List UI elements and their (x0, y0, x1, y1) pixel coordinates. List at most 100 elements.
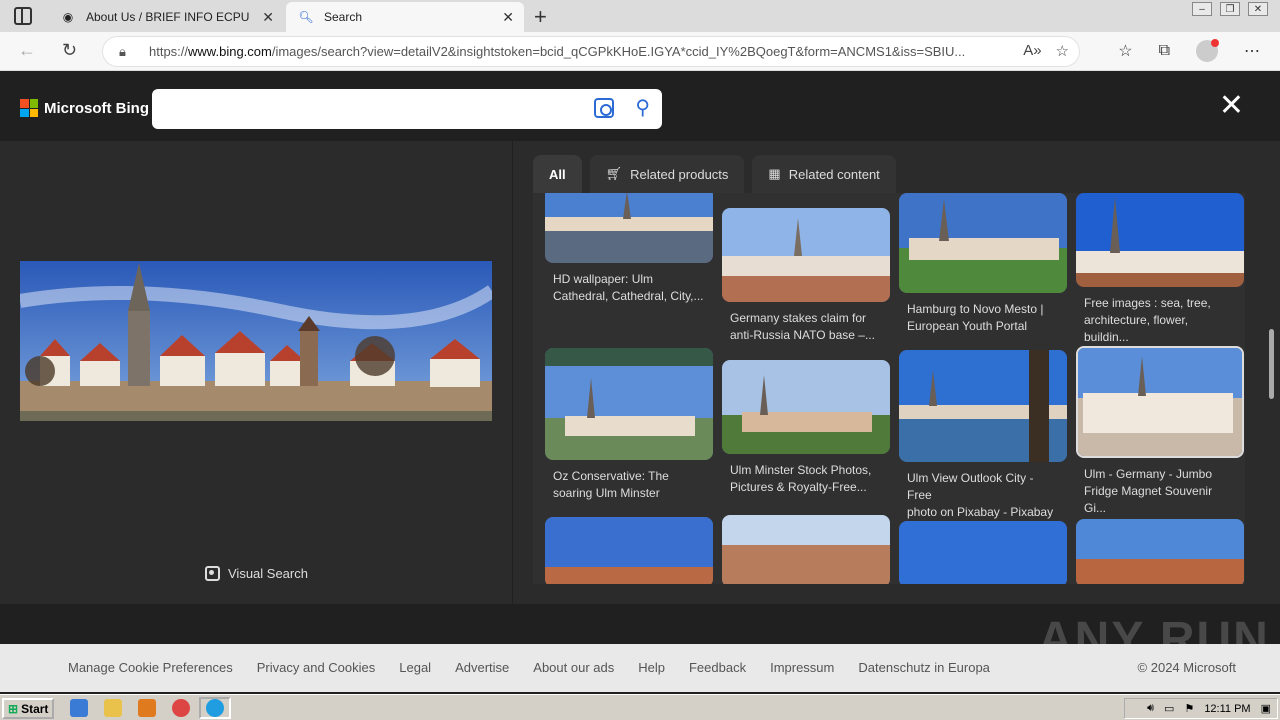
footer-link[interactable]: Advertise (455, 660, 509, 675)
tab-label: Related content (788, 166, 880, 182)
url-prefix: https:// (149, 44, 189, 59)
related-images-grid: HD wallpaper: Ulm Cathedral, Cathedral, … (533, 193, 1245, 584)
result-thumbnail (722, 515, 890, 584)
footer-link[interactable]: Manage Cookie Preferences (68, 660, 233, 675)
active-edge-window[interactable] (199, 697, 231, 719)
visual-search-label: Visual Search (228, 566, 308, 581)
back-icon[interactable]: ← (18, 40, 36, 61)
browser-toolbar: ☆ ⧉ ⋯ (1118, 39, 1260, 62)
tab-label: Related products (630, 166, 729, 182)
favorites-icon[interactable]: ☆ (1118, 41, 1132, 61)
search-box[interactable]: ⚲ (152, 89, 662, 129)
result-card[interactable] (545, 517, 713, 584)
tab-title: Search (324, 10, 363, 24)
result-thumbnail (899, 193, 1067, 293)
brand-name: Microsoft Bing (44, 99, 149, 117)
result-card[interactable]: Ulm - Germany - Jumbo Fridge Magnet Souv… (1076, 346, 1244, 517)
windows-flag-icon: ⊞ (8, 701, 19, 716)
result-thumbnail (722, 360, 890, 454)
result-thumbnail (899, 521, 1067, 584)
footer-links: Manage Cookie Preferences Privacy and Co… (68, 660, 990, 675)
windows-taskbar: ⊞ Start 🔊︎ ▭ ⚑ 12:11 PM ▣ (0, 694, 1280, 720)
footer-link[interactable]: Datenschutz in Europa (858, 660, 990, 675)
tab-related-products[interactable]: 🛒︎ Related products (589, 155, 745, 193)
lock-icon[interactable]: 🔒︎ (119, 44, 126, 60)
new-tab-icon[interactable]: + (534, 4, 547, 30)
result-card[interactable]: Ulm View Outlook City - Free photo on Pi… (899, 350, 1067, 521)
copyright: © 2024 Microsoft (1137, 660, 1236, 675)
result-thumbnail (1076, 193, 1244, 287)
result-caption: Oz Conservative: The soaring Ulm Minster (553, 469, 669, 500)
result-caption: HD wallpaper: Ulm Cathedral, Cathedral, … (553, 272, 704, 303)
image-detail-viewer: Microsoft Bing ⚲ ✕ Visual Search All 🛒︎ … (0, 71, 1280, 643)
result-card[interactable]: Germany stakes claim for anti-Russia NAT… (722, 208, 890, 344)
result-thumbnail (545, 517, 713, 584)
ie-icon[interactable] (70, 699, 88, 717)
result-thumbnail (545, 193, 713, 263)
tab-title: About Us / BRIEF INFO ECPU (86, 10, 250, 24)
result-card[interactable]: Hamburg to Novo Mesto | European Youth P… (899, 193, 1067, 335)
close-tab-icon[interactable]: ✕ (262, 9, 274, 26)
start-button[interactable]: ⊞ Start (2, 698, 54, 719)
tab-actions-icon[interactable] (14, 7, 32, 25)
restore-icon[interactable]: ❐ (1220, 2, 1240, 16)
url-actions: A» ☆ (1023, 42, 1069, 60)
tab-related-content[interactable]: ▦ Related content (752, 155, 896, 193)
result-thumbnail (722, 208, 890, 302)
result-card[interactable]: Free images : sea, tree, architecture, f… (1076, 193, 1244, 346)
close-window-icon[interactable]: ✕ (1248, 2, 1268, 16)
footer-link[interactable]: Feedback (689, 660, 746, 675)
result-caption: Ulm View Outlook City - Free photo on Pi… (907, 471, 1054, 519)
url-path: /images/search?view=detailV2&insightstok… (271, 44, 966, 59)
search-favicon-icon: 🔍︎ (298, 10, 314, 24)
flag-icon[interactable]: ⚑ (1184, 702, 1194, 715)
show-desktop-icon[interactable]: ▣ (1261, 702, 1271, 715)
volume-icon[interactable]: 🔊︎ (1147, 702, 1154, 715)
result-caption: Free images : sea, tree, architecture, f… (1084, 296, 1211, 344)
refresh-icon[interactable]: ↻ (62, 40, 77, 61)
footer-link[interactable]: About our ads (533, 660, 614, 675)
clock[interactable]: 12:11 PM (1204, 703, 1250, 715)
main-image-ulm-skyline[interactable] (20, 261, 492, 421)
result-caption: Ulm - Germany - Jumbo Fridge Magnet Souv… (1084, 467, 1213, 515)
result-card[interactable] (1076, 519, 1244, 584)
add-favorite-icon[interactable]: ☆ (1056, 42, 1069, 60)
result-card[interactable] (899, 521, 1067, 584)
read-aloud-icon[interactable]: A» (1023, 42, 1041, 60)
visual-search-button[interactable]: Visual Search (205, 566, 308, 581)
result-caption: Hamburg to Novo Mesto | European Youth P… (907, 302, 1044, 333)
tab-search[interactable]: 🔍︎ Search ✕ (286, 2, 524, 32)
footer-link[interactable]: Impressum (770, 660, 834, 675)
minimize-icon[interactable]: – (1192, 2, 1212, 16)
close-tab-icon[interactable]: ✕ (502, 9, 514, 26)
chrome-icon[interactable] (172, 699, 190, 717)
result-card[interactable] (722, 515, 890, 584)
visual-search-camera-icon[interactable] (594, 98, 614, 118)
footer-link[interactable]: Help (638, 660, 665, 675)
result-card[interactable]: HD wallpaper: Ulm Cathedral, Cathedral, … (545, 193, 713, 305)
tab-all[interactable]: All (533, 155, 582, 193)
folder-icon[interactable] (104, 699, 122, 717)
footer-link[interactable]: Legal (399, 660, 431, 675)
result-thumbnail (545, 348, 713, 460)
more-menu-icon[interactable]: ⋯ (1244, 41, 1260, 61)
bing-logo[interactable]: Microsoft Bing (20, 99, 149, 117)
system-tray: 🔊︎ ▭ ⚑ 12:11 PM ▣ (1124, 698, 1278, 719)
media-player-icon[interactable] (138, 699, 156, 717)
grid-scrollbar[interactable] (1269, 329, 1274, 399)
cart-icon: 🛒︎ (605, 166, 623, 181)
footer-link[interactable]: Privacy and Cookies (257, 660, 376, 675)
site-favicon-icon: ◉ (62, 10, 74, 24)
address-bar-row: ← ↻ 🔒︎ https://www.bing.com/images/searc… (0, 32, 1280, 71)
collections-icon[interactable]: ⧉ (1159, 42, 1170, 60)
result-card[interactable]: Ulm Minster Stock Photos, Pictures & Roy… (722, 360, 890, 496)
browser-tab-bar: ◉ About Us / BRIEF INFO ECPU ✕ 🔍︎ Search… (0, 0, 1280, 32)
tab-about-us[interactable]: ◉ About Us / BRIEF INFO ECPU ✕ (48, 2, 284, 32)
close-viewer-icon[interactable]: ✕ (1219, 91, 1244, 121)
profile-avatar[interactable] (1196, 39, 1219, 62)
grid-icon: ▦ (768, 166, 781, 181)
url-field[interactable]: 🔒︎ https://www.bing.com/images/search?vi… (102, 36, 1080, 67)
result-card[interactable]: Oz Conservative: The soaring Ulm Minster (545, 348, 713, 502)
network-icon[interactable]: ▭ (1164, 702, 1174, 715)
search-icon[interactable]: ⚲ (635, 95, 650, 120)
